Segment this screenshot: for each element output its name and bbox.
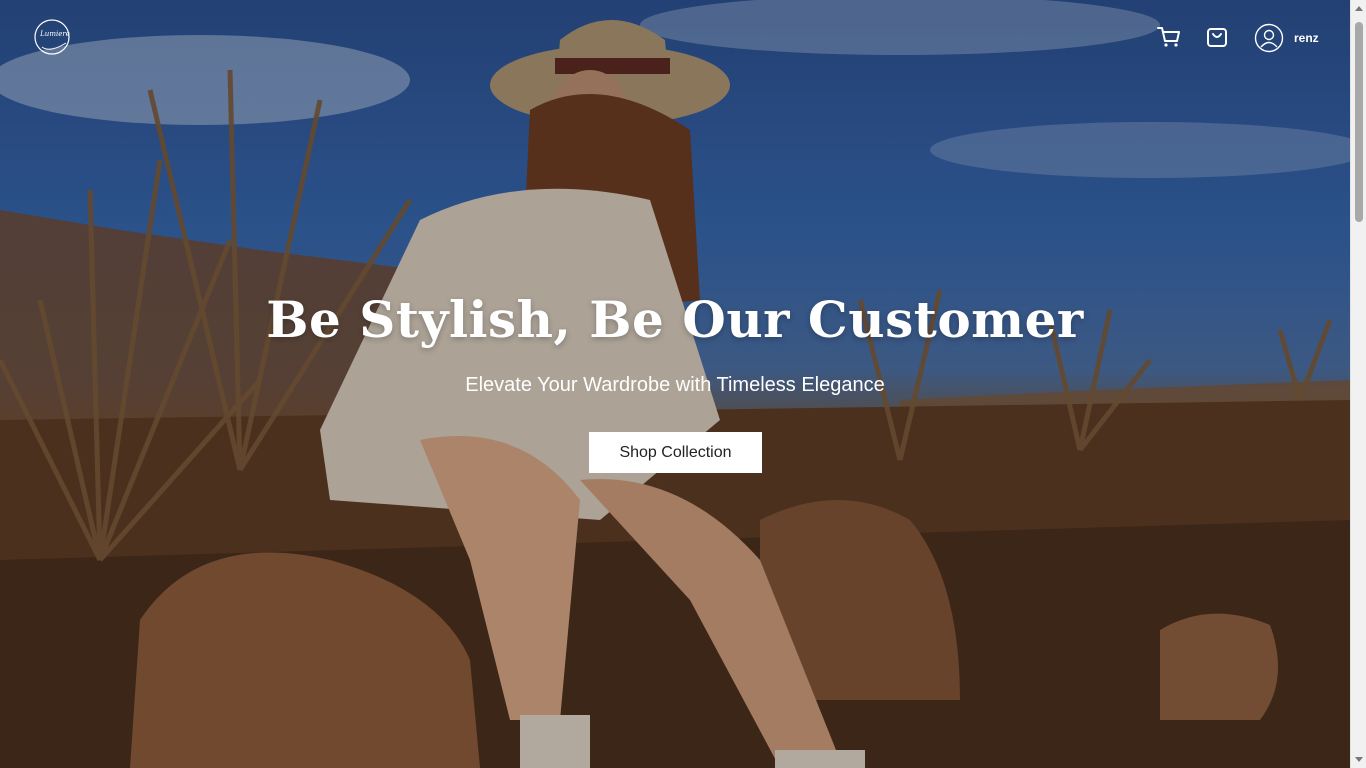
scrollbar-thumb[interactable] <box>1355 22 1363 222</box>
scroll-down-arrow-icon[interactable] <box>1355 757 1363 762</box>
brand-logo-text: Lumiere <box>40 30 70 38</box>
shop-collection-button[interactable]: Shop Collection <box>589 432 762 473</box>
hero-title: Be Stylish, Be Our Customer <box>266 290 1084 349</box>
hero-subtitle: Elevate Your Wardrobe with Timeless Eleg… <box>465 374 885 396</box>
scroll-up-arrow-icon[interactable] <box>1355 6 1363 11</box>
landing-page: Lumiere renz Be Stylish, Be Our Customer… <box>0 0 1366 768</box>
brand-logo[interactable]: Lumiere <box>32 17 72 57</box>
cart-button[interactable] <box>1156 24 1182 50</box>
username-label: renz <box>1294 31 1319 45</box>
user-avatar-icon <box>1254 23 1284 53</box>
shopping-cart-icon <box>1157 27 1180 47</box>
shopping-bag-icon <box>1207 28 1227 47</box>
page-scrollbar[interactable] <box>1350 0 1366 768</box>
bag-button[interactable] <box>1204 24 1230 50</box>
user-menu[interactable]: renz <box>1254 23 1319 53</box>
